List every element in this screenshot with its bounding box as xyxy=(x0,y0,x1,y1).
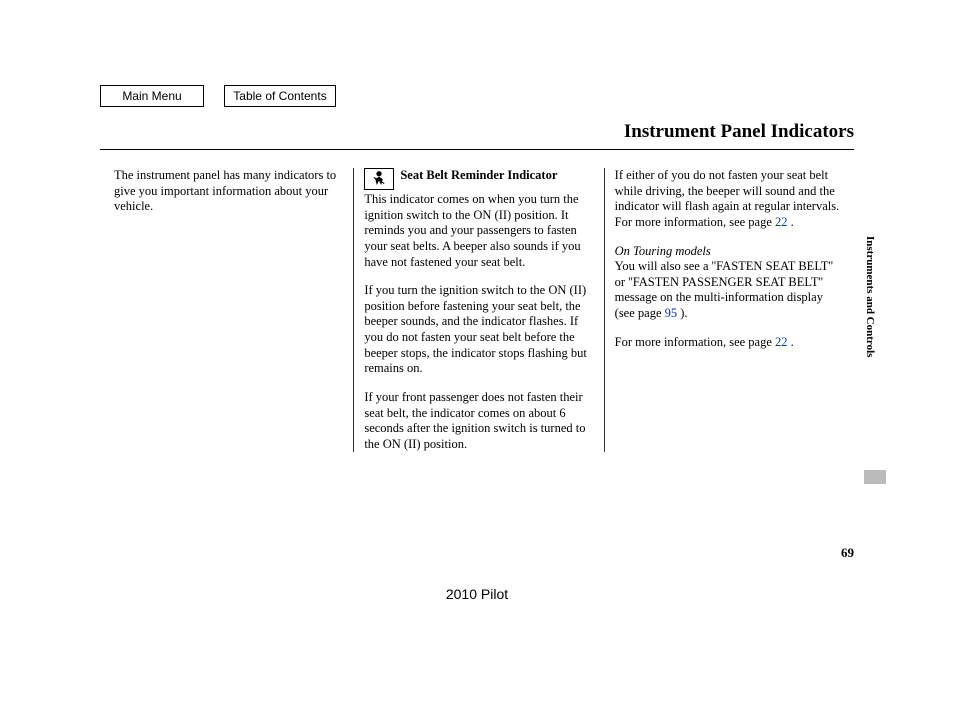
body-text: On Touring models You will also see a ''… xyxy=(615,244,844,322)
document-page: Main Menu Table of Contents Instrument P… xyxy=(100,85,854,600)
seatbelt-icon xyxy=(364,168,394,190)
indicator-heading: Seat Belt Reminder Indicator xyxy=(364,168,593,190)
table-of-contents-button[interactable]: Table of Contents xyxy=(224,85,336,107)
column-3: If either of you do not fasten your seat… xyxy=(605,168,854,452)
section-side-label: Instruments and Controls xyxy=(864,236,876,357)
text-run: You will also see a ''FASTEN SEAT BELT''… xyxy=(615,259,833,320)
footer-model-label: 2010 Pilot xyxy=(0,586,954,602)
page-title: Instrument Panel Indicators xyxy=(100,121,854,150)
text-run: For more information, see page xyxy=(615,335,775,349)
model-note: On Touring models xyxy=(615,244,711,258)
column-2: Seat Belt Reminder Indicator This indica… xyxy=(354,168,604,452)
body-text: If your front passenger does not fasten … xyxy=(364,390,593,453)
body-text: This indicator comes on when you turn th… xyxy=(364,192,593,270)
intro-text: The instrument panel has many indicators… xyxy=(114,168,343,215)
content-columns: The instrument panel has many indicators… xyxy=(100,168,854,452)
indicator-title: Seat Belt Reminder Indicator xyxy=(400,168,557,182)
column-1: The instrument panel has many indicators… xyxy=(100,168,354,452)
nav-bar: Main Menu Table of Contents xyxy=(100,85,854,107)
page-number: 69 xyxy=(841,545,854,561)
side-thumb-tab xyxy=(864,470,886,484)
text-run: ). xyxy=(677,306,687,320)
main-menu-button[interactable]: Main Menu xyxy=(100,85,204,107)
body-text: If either of you do not fasten your seat… xyxy=(615,168,844,231)
page-reference-link[interactable]: 22 xyxy=(775,215,788,229)
text-run: If either of you do not fasten your seat… xyxy=(615,168,840,229)
text-run: . xyxy=(788,335,794,349)
page-reference-link[interactable]: 95 xyxy=(665,306,678,320)
text-run: . xyxy=(788,215,794,229)
body-text: If you turn the ignition switch to the O… xyxy=(364,283,593,377)
body-text: For more information, see page 22 . xyxy=(615,335,844,351)
page-reference-link[interactable]: 22 xyxy=(775,335,788,349)
